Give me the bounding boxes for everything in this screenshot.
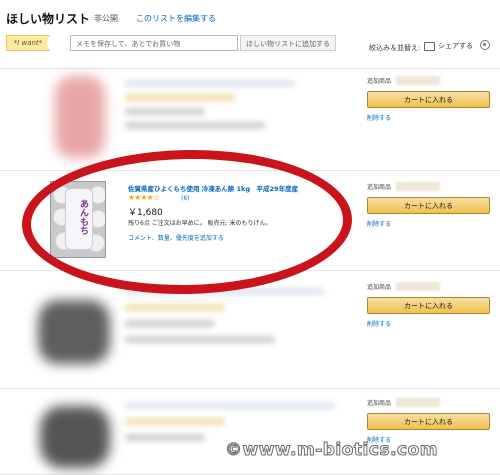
product-image[interactable] bbox=[40, 406, 110, 468]
add-comment-link[interactable]: コメント、数量、優先度を追加する bbox=[128, 233, 224, 242]
star-rating[interactable]: ★★★★☆ bbox=[128, 193, 160, 202]
filter-sort-button[interactable]: 絞込み＆並替え: bbox=[369, 43, 420, 53]
add-to-cart-button[interactable]: カートに入れる bbox=[367, 413, 490, 430]
watermark: ©www.m-biotics.com bbox=[224, 440, 439, 461]
added-label: 追加商品 bbox=[367, 398, 492, 407]
list-item: 追加商品 カートに入れる 削除する bbox=[0, 388, 500, 475]
stock-info: 残り6点 ご注文はお早めに。 販売元: 米のもりげん。 bbox=[128, 220, 272, 227]
printer-icon[interactable] bbox=[424, 41, 435, 51]
delete-link[interactable]: 削除する bbox=[367, 113, 492, 122]
product-image[interactable] bbox=[38, 300, 110, 364]
product-price: ￥1,680 bbox=[128, 208, 163, 218]
added-label: 追加商品 bbox=[367, 182, 492, 191]
gear-icon[interactable] bbox=[480, 40, 490, 50]
edit-list-link[interactable]: このリストを編集する bbox=[136, 13, 216, 24]
add-to-cart-button[interactable]: カートに入れる bbox=[367, 91, 490, 108]
item-actions: 追加商品 カートに入れる 削除する bbox=[367, 398, 492, 444]
delete-link[interactable]: 削除する bbox=[367, 319, 492, 328]
package-label: あんもち bbox=[78, 199, 88, 235]
add-to-cart-button[interactable]: カートに入れる bbox=[367, 297, 490, 314]
product-image[interactable]: あんもち bbox=[50, 181, 106, 258]
item-actions: 追加商品 カートに入れる 削除する bbox=[367, 182, 492, 228]
page-title: ほしい物リスト bbox=[6, 12, 91, 26]
list-item: 追加商品 カートに入れる 削除する bbox=[0, 68, 500, 171]
memo-input[interactable]: メモを保存して、あとでお買い物 bbox=[70, 35, 238, 51]
delete-link[interactable]: 削除する bbox=[367, 219, 492, 228]
list-item: 追加商品 カートに入れる 削除する bbox=[0, 270, 500, 389]
added-label: 追加商品 bbox=[367, 282, 492, 291]
product-image[interactable] bbox=[55, 76, 105, 158]
item-actions: 追加商品 カートに入れる 削除する bbox=[367, 76, 492, 122]
list-header: ほしい物リスト 非公開 このリストを編集する *I want* メモを保存して、… bbox=[0, 0, 500, 69]
add-to-list-button[interactable]: ほしい物リストに追加する bbox=[240, 35, 336, 51]
share-label: シェアする bbox=[438, 42, 473, 50]
review-count-link[interactable]: (6) bbox=[181, 195, 190, 202]
privacy-status: 非公開 bbox=[94, 14, 118, 23]
added-label: 追加商品 bbox=[367, 76, 492, 85]
add-to-cart-button[interactable]: カートに入れる bbox=[367, 197, 490, 214]
i-want-badge: *I want* bbox=[6, 35, 50, 51]
item-actions: 追加商品 カートに入れる 削除する bbox=[367, 282, 492, 328]
product-title-link[interactable]: 佐賀県産ひよくもち使用 冷凍あん餅 1kg 平成29年度産 bbox=[128, 183, 298, 193]
list-item: あんもち 佐賀県産ひよくもち使用 冷凍あん餅 1kg 平成29年度産 ★★★★☆… bbox=[0, 170, 500, 271]
share-button[interactable]: シェアする bbox=[424, 41, 473, 51]
